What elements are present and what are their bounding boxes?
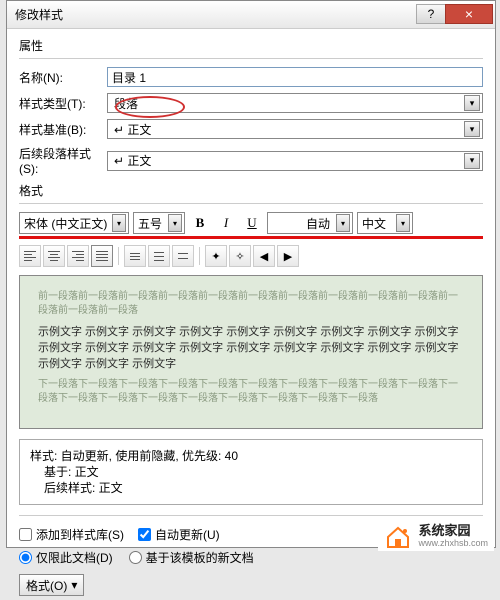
house-icon (384, 525, 412, 549)
watermark: 系统家园 www.zhxhsb.com (378, 523, 494, 551)
separator (118, 247, 119, 265)
line-spacing-15-button[interactable] (148, 245, 170, 267)
auto-update-checkbox[interactable]: 自动更新(U) (138, 526, 220, 543)
close-button[interactable]: × (445, 4, 493, 24)
preview-ghost-after: 下一段落下一段落下一段落下一段落下一段落下一段落下一段落下一段落下一段落下一段落… (38, 378, 464, 406)
dropdown-arrow-icon: ▾ (396, 214, 410, 232)
font-family-select[interactable]: 宋体 (中文正文) ▾ (19, 212, 129, 234)
align-left-button[interactable] (19, 245, 41, 267)
divider (19, 203, 483, 204)
titlebar: 修改样式 ? × (7, 1, 495, 29)
style-type-value: 段落 (114, 95, 138, 112)
dialog-title: 修改样式 (15, 6, 63, 23)
indent-increase-button[interactable]: ▶ (277, 245, 299, 267)
paragraph-toolbar: ✦ ✧ ◀ ▶ (19, 245, 483, 267)
language-value: 中文 (362, 215, 386, 232)
font-color-value: 自动 (306, 215, 330, 232)
divider (19, 58, 483, 59)
style-base-value: ↵ 正文 (114, 121, 151, 138)
bold-button[interactable]: B (189, 212, 211, 234)
preview-sample-text: 示例文字 示例文字 示例文字 示例文字 示例文字 示例文字 示例文字 示例文字 … (38, 324, 464, 372)
format-menu-label: 格式(O) (26, 577, 67, 594)
desc-line-2: 基于: 正文 (30, 464, 472, 480)
align-justify-button[interactable] (91, 245, 113, 267)
dropdown-arrow-icon: ▾ (464, 95, 480, 111)
font-size-select[interactable]: 五号 ▾ (133, 212, 185, 234)
preview-ghost-before: 前一段落前一段落前一段落前一段落前一段落前一段落前一段落前一段落前一段落前一段落… (38, 290, 464, 318)
dropdown-arrow-icon: ▾ (464, 121, 480, 137)
line-spacing-1-button[interactable] (124, 245, 146, 267)
help-button[interactable]: ? (416, 4, 446, 24)
font-family-value: 宋体 (中文正文) (24, 215, 107, 232)
dropdown-arrow-icon: ▾ (71, 578, 77, 592)
watermark-text: 系统家园 www.zhxhsb.com (418, 525, 488, 549)
follow-style-select[interactable]: ↵ 正文 ▾ (107, 151, 483, 171)
italic-button[interactable]: I (215, 212, 237, 234)
align-right-button[interactable] (67, 245, 89, 267)
space-before-increase-button[interactable]: ✦ (205, 245, 227, 267)
name-label: 名称(N): (19, 69, 107, 86)
align-center-button[interactable] (43, 245, 65, 267)
follow-style-value: ↵ 正文 (114, 152, 151, 169)
preview-box: 前一段落前一段落前一段落前一段落前一段落前一段落前一段落前一段落前一段落前一段落… (19, 275, 483, 429)
format-section-label: 格式 (19, 182, 483, 199)
dropdown-arrow-icon: ▾ (336, 214, 350, 232)
format-menu-button[interactable]: 格式(O) ▾ (19, 574, 84, 596)
format-toolbar: 宋体 (中文正文) ▾ 五号 ▾ B I U 自动 ▾ 中文 ▾ (19, 212, 483, 234)
divider (19, 515, 483, 516)
style-base-select[interactable]: ↵ 正文 ▾ (107, 119, 483, 139)
titlebar-buttons: ? × (417, 4, 493, 26)
font-size-value: 五号 (138, 215, 162, 232)
underline-button[interactable]: U (241, 212, 263, 234)
follow-label: 后续段落样式(S): (19, 145, 107, 176)
space-before-decrease-button[interactable]: ✧ (229, 245, 251, 267)
radio-row: 仅限此文档(D) 基于该模板的新文档 (19, 549, 483, 566)
desc-line-3: 后续样式: 正文 (30, 480, 472, 496)
only-this-doc-radio[interactable]: 仅限此文档(D) (19, 549, 113, 566)
font-color-select[interactable]: 自动 ▾ (267, 212, 353, 234)
dialog-content: 属性 名称(N): 样式类型(T): 段落 ▾ 样式基准(B): ↵ 正文 ▾ … (7, 29, 495, 600)
desc-line-1: 样式: 自动更新, 使用前隐藏, 优先级: 40 (30, 448, 472, 464)
separator (199, 247, 200, 265)
dropdown-arrow-icon: ▾ (464, 153, 480, 169)
style-name-input[interactable] (107, 67, 483, 87)
dropdown-arrow-icon: ▾ (168, 214, 182, 232)
type-label: 样式类型(T): (19, 95, 107, 112)
dropdown-arrow-icon: ▾ (112, 214, 126, 232)
base-label: 样式基准(B): (19, 121, 107, 138)
modify-style-dialog: 修改样式 ? × 属性 名称(N): 样式类型(T): 段落 ▾ 样式基准(B)… (6, 0, 496, 548)
style-type-select[interactable]: 段落 ▾ (107, 93, 483, 113)
line-spacing-2-button[interactable] (172, 245, 194, 267)
highlight-underline (19, 236, 483, 239)
language-select[interactable]: 中文 ▾ (357, 212, 413, 234)
properties-section-label: 属性 (19, 37, 483, 54)
watermark-cn: 系统家园 (418, 525, 488, 537)
based-on-template-radio[interactable]: 基于该模板的新文档 (129, 549, 254, 566)
add-to-library-checkbox[interactable]: 添加到样式库(S) (19, 526, 124, 543)
indent-decrease-button[interactable]: ◀ (253, 245, 275, 267)
watermark-url: www.zhxhsb.com (418, 537, 488, 549)
style-description-box: 样式: 自动更新, 使用前隐藏, 优先级: 40 基于: 正文 后续样式: 正文 (19, 439, 483, 505)
